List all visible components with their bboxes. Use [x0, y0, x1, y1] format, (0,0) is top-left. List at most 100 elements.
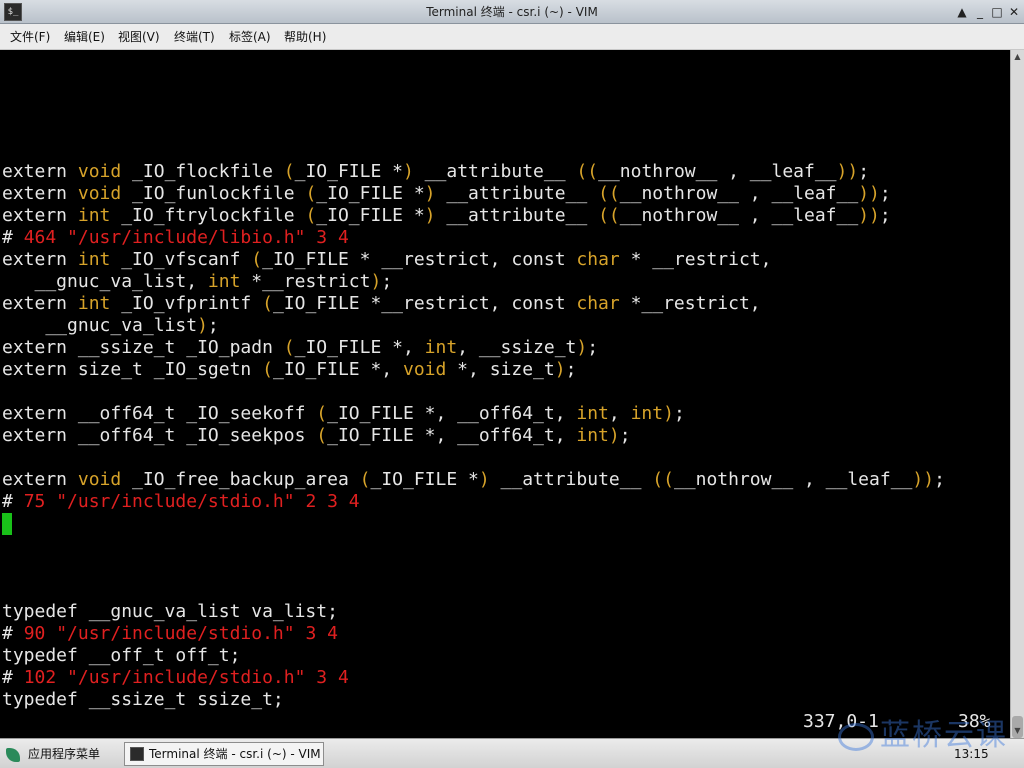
code-token: 90 "/usr/include/stdio.h" 3 4	[23, 623, 338, 644]
code-token: (	[283, 337, 295, 358]
code-token: (	[305, 205, 317, 226]
code-token: (	[305, 183, 317, 204]
code-token: extern	[2, 249, 78, 270]
code-token: char	[576, 249, 620, 270]
code-token: extern __off64_t _IO_seekpos	[2, 425, 317, 446]
menu-bar: 文件(F) 编辑(E) 视图(V) 终端(T) 标签(A) 帮助(H)	[0, 24, 1024, 50]
code-token: , __ssize_t	[457, 337, 577, 358]
code-line: # 102 "/usr/include/stdio.h" 3 4	[2, 667, 349, 689]
code-token: int	[77, 205, 111, 226]
scroll-down-icon[interactable]: ▼	[1011, 724, 1024, 738]
code-token: _IO_FILE *	[370, 469, 479, 490]
code-line: extern __off64_t _IO_seekoff (_IO_FILE *…	[2, 403, 685, 425]
code-line: typedef __ssize_t ssize_t;	[2, 689, 284, 711]
code-token: int	[576, 403, 609, 424]
code-line: __gnuc_va_list);	[2, 315, 218, 337]
taskbar-window-button[interactable]: Terminal 终端 - csr.i (~) - VIM	[124, 742, 324, 766]
code-line: extern __ssize_t _IO_padn (_IO_FILE *, i…	[2, 337, 598, 359]
code-token: *, size_t	[446, 359, 555, 380]
code-line: extern __off64_t _IO_seekpos (_IO_FILE *…	[2, 425, 631, 447]
code-token: int	[424, 337, 458, 358]
applications-menu-label: 应用程序菜单	[28, 747, 101, 761]
code-line: extern void _IO_funlockfile (_IO_FILE *)…	[2, 183, 891, 205]
code-token: )	[197, 315, 208, 336]
code-token: 102 "/usr/include/stdio.h" 3 4	[23, 667, 349, 688]
code-token: #	[2, 227, 24, 248]
code-line: extern int _IO_vfprintf (_IO_FILE *__res…	[2, 293, 761, 315]
code-token: *__restrict	[240, 271, 371, 292]
code-token: (	[262, 293, 273, 314]
code-token: #	[2, 491, 24, 512]
menu-view[interactable]: 视图(V)	[114, 24, 164, 50]
menu-terminal[interactable]: 终端(T)	[170, 24, 219, 50]
code-line: extern size_t _IO_sgetn (_IO_FILE *, voi…	[2, 359, 576, 381]
code-token: _IO_funlockfile	[121, 183, 306, 204]
code-token: _IO_FILE * __restrict, const	[262, 249, 577, 270]
code-token: void	[402, 359, 447, 380]
code-token: (	[283, 161, 295, 182]
code-line: extern int _IO_ftrylockfile (_IO_FILE *)…	[2, 205, 891, 227]
code-token: ;	[879, 183, 891, 204]
code-token: __gnuc_va_list	[2, 315, 198, 336]
code-token: ;	[619, 425, 631, 446]
code-token: __gnuc_va_list,	[2, 271, 208, 292]
code-token: _IO_free_backup_area	[121, 469, 360, 490]
menu-help[interactable]: 帮助(H)	[280, 24, 330, 50]
code-token: )	[608, 425, 620, 446]
code-token: )	[370, 271, 382, 292]
code-token: 464 "/usr/include/libio.h" 3 4	[23, 227, 349, 248]
code-token: _IO_vfscanf	[110, 249, 252, 270]
code-token: __attribute__	[435, 183, 599, 204]
scroll-up-icon[interactable]: ▲	[1011, 50, 1024, 64]
menu-file[interactable]: 文件(F)	[6, 24, 54, 50]
maximize-window-icon[interactable]: □	[989, 4, 1005, 20]
code-token: *__restrict,	[619, 293, 761, 314]
code-token: )	[403, 161, 414, 182]
shade-window-icon[interactable]: ▲	[954, 4, 970, 20]
code-token: __nothrow__ , __leaf__	[619, 205, 859, 226]
leaf-logo-icon	[6, 747, 20, 762]
code-token: )	[424, 205, 436, 226]
menu-tabs[interactable]: 标签(A)	[225, 24, 275, 50]
code-token: _IO_FILE *,	[272, 359, 403, 380]
code-line: extern void _IO_flockfile (_IO_FILE *) _…	[2, 161, 869, 183]
code-token: ))	[858, 183, 880, 204]
code-token: void	[77, 183, 122, 204]
minimize-window-icon[interactable]: _	[972, 4, 988, 20]
code-token: _IO_FILE *	[316, 205, 425, 226]
window-title-bar[interactable]: $_ Terminal 终端 - csr.i (~) - VIM ▲ _ □ ✕	[0, 0, 1024, 24]
code-token: _IO_FILE *, __off64_t,	[327, 425, 577, 446]
code-token: __nothrow__ , __leaf__	[598, 161, 837, 182]
code-token: int	[77, 293, 111, 314]
code-line: __gnuc_va_list, int *__restrict);	[2, 271, 393, 293]
vim-editor-area[interactable]: extern void _IO_flockfile (_IO_FILE *) _…	[0, 50, 1010, 738]
code-token: extern __off64_t _IO_seekoff	[2, 403, 317, 424]
close-window-icon[interactable]: ✕	[1006, 4, 1022, 20]
code-token: ((	[598, 183, 620, 204]
code-token: ((	[598, 205, 620, 226]
code-token: )	[478, 469, 490, 490]
code-token: )	[554, 359, 566, 380]
vertical-scrollbar[interactable]: ▲ ▼	[1010, 50, 1024, 738]
code-token: ;	[587, 337, 599, 358]
code-line: # 90 "/usr/include/stdio.h" 3 4	[2, 623, 338, 645]
code-token: _IO_flockfile	[121, 161, 284, 182]
code-token: (	[251, 249, 263, 270]
code-token: extern	[2, 205, 78, 226]
code-token: int	[77, 249, 111, 270]
code-token: )	[424, 183, 436, 204]
code-token: * __restrict,	[619, 249, 772, 270]
code-token: ))	[858, 205, 880, 226]
menu-edit[interactable]: 编辑(E)	[60, 24, 109, 50]
code-line: typedef __off_t off_t;	[2, 645, 240, 667]
code-line: extern int _IO_vfscanf (_IO_FILE * __res…	[2, 249, 771, 271]
code-token: ((	[652, 469, 674, 490]
applications-menu-button[interactable]: 应用程序菜单	[6, 743, 100, 765]
code-token: typedef __gnuc_va_list va_list;	[2, 601, 338, 622]
code-token: _IO_FILE *	[294, 161, 403, 182]
code-token: __nothrow__ , __leaf__	[673, 469, 913, 490]
code-token: extern size_t _IO_sgetn	[2, 359, 263, 380]
code-token: _IO_FILE *,	[294, 337, 425, 358]
code-token: (	[316, 403, 328, 424]
code-token: ;	[673, 403, 685, 424]
